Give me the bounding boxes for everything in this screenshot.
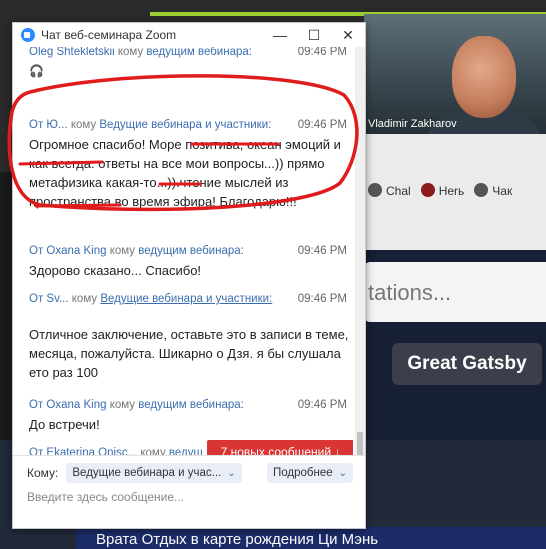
message-input[interactable]: Введите здесь сообщение... (27, 490, 184, 504)
great-gatsby-button[interactable]: Great Gatsby (392, 343, 542, 385)
close-button[interactable]: ✕ (331, 23, 365, 47)
message-sender: Oleg Shtekletskii (29, 47, 115, 58)
window-controls: — ☐ ✕ (263, 23, 365, 47)
participant-video[interactable]: Vladimir Zakharov (364, 14, 546, 134)
web-input-text: tations... (368, 280, 452, 305)
message-meta: От Oxana King кому ведущим вебинара: 09:… (29, 243, 349, 259)
chat-message: От Oxana King кому ведущим вебинара: 09:… (29, 243, 349, 280)
message-target: Ведущие вебинара и участники: (99, 119, 272, 131)
message-meta: От Sv... кому Ведущие вебинара и участни… (29, 291, 349, 307)
chat-message: От Sv... кому Ведущие вебинара и участни… (29, 291, 349, 382)
message-time: 09:46 PM (297, 399, 347, 411)
tab-icon (474, 182, 489, 197)
message-to: кому (109, 245, 136, 257)
zoom-logo-icon (21, 28, 35, 42)
recipient-dropdown[interactable]: Ведущие вебинара и учас... ⌄ (66, 463, 242, 483)
chat-message: От Ю... кому Ведущие вебинара и участник… (29, 117, 349, 211)
message-meta: От Ю... кому Ведущие вебинара и участник… (29, 117, 349, 133)
message-time: 09:46 PM (297, 47, 347, 58)
minimize-button[interactable]: — (263, 23, 297, 47)
window-title: Чат веб-семинара Zoom (41, 28, 177, 42)
message-body: До встречи! (29, 417, 100, 432)
message-to: кому (140, 447, 166, 455)
message-body: Отличное заключение, оставьте это в запи… (29, 327, 349, 380)
message-meta: От Oxana King кому ведущим вебинара: 09:… (29, 397, 349, 413)
browser-tab[interactable]: Чак (474, 182, 512, 198)
recipient-label: Кому: (27, 466, 59, 480)
scrollbar[interactable] (355, 47, 365, 456)
message-to: кому (117, 47, 144, 58)
message-sender: От Oxana King (29, 399, 107, 411)
browser-tab[interactable]: Chal (368, 182, 411, 198)
message-body: Здорово сказано... Спасибо! (29, 263, 202, 278)
tab-icon (420, 182, 435, 197)
message-list[interactable]: Oleg Shtekletskii кому ведущим вебинара:… (13, 47, 353, 455)
message-target: ведущим вебинара: (138, 399, 244, 411)
message-to: кому (109, 399, 136, 411)
message-to: кому (70, 119, 97, 131)
message-sender: От Oxana King (29, 245, 107, 257)
participant-face (452, 36, 516, 118)
maximize-button[interactable]: ☐ (297, 23, 331, 47)
tab-icon (368, 182, 382, 197)
more-label: Подробнее (273, 467, 333, 479)
chat-message: Oleg Shtekletskii кому ведущим вебинара:… (29, 47, 349, 81)
title-bar[interactable]: Чат веб-семинара Zoom — ☐ ✕ (13, 23, 365, 47)
message-sender: От Sv... (29, 293, 69, 305)
message-body: 🎧 (29, 64, 44, 78)
scroll-thumb[interactable] (357, 432, 363, 456)
recipient-row: Кому: Ведущие вебинара и учас... ⌄ (27, 463, 242, 483)
message-meta: Oleg Shtekletskii кому ведущим вебинара:… (29, 47, 349, 60)
message-target: Ведущие вебинара и участники: (100, 293, 273, 305)
chat-message: От Oxana King кому ведущим вебинара: 09:… (29, 397, 349, 434)
chevron-down-icon: ⌄ (227, 467, 236, 479)
browser-tabs: Chal Herь Чак (364, 176, 546, 204)
chevron-down-icon: ⌄ (338, 467, 348, 479)
caption-text: Врата Отдых в карте рождения Ци Мэнь (96, 531, 379, 548)
message-body: Огромное спасибо! Море позитива, океан э… (29, 137, 341, 209)
composer: Кому: Ведущие вебинара и учас... ⌄ Подро… (13, 455, 365, 528)
new-messages-button[interactable]: 7 новых сообщений ↓ (207, 440, 353, 455)
message-sender: От Ю... (29, 119, 68, 131)
recipient-value: Ведущие вебинара и учас... (72, 467, 222, 479)
message-to: кому (71, 293, 98, 305)
more-dropdown[interactable]: Подробнее ⌄ (267, 463, 354, 483)
message-target: ведущ (168, 447, 203, 455)
message-time: 09:46 PM (297, 245, 347, 257)
message-target: ведущим вебинара: (146, 47, 252, 58)
zoom-chat-window: Чат веб-семинара Zoom — ☐ ✕ Oleg Shtekle… (12, 22, 366, 529)
browser-tab[interactable]: Herь (420, 182, 464, 198)
participant-name: Vladimir Zakharov (368, 118, 457, 130)
message-time: 09:46 PM (297, 119, 347, 131)
message-sender: От Ekaterina Onisc... (29, 447, 138, 455)
message-time: 09:46 PM (297, 293, 347, 305)
message-target: ведущим вебинара: (138, 245, 244, 257)
